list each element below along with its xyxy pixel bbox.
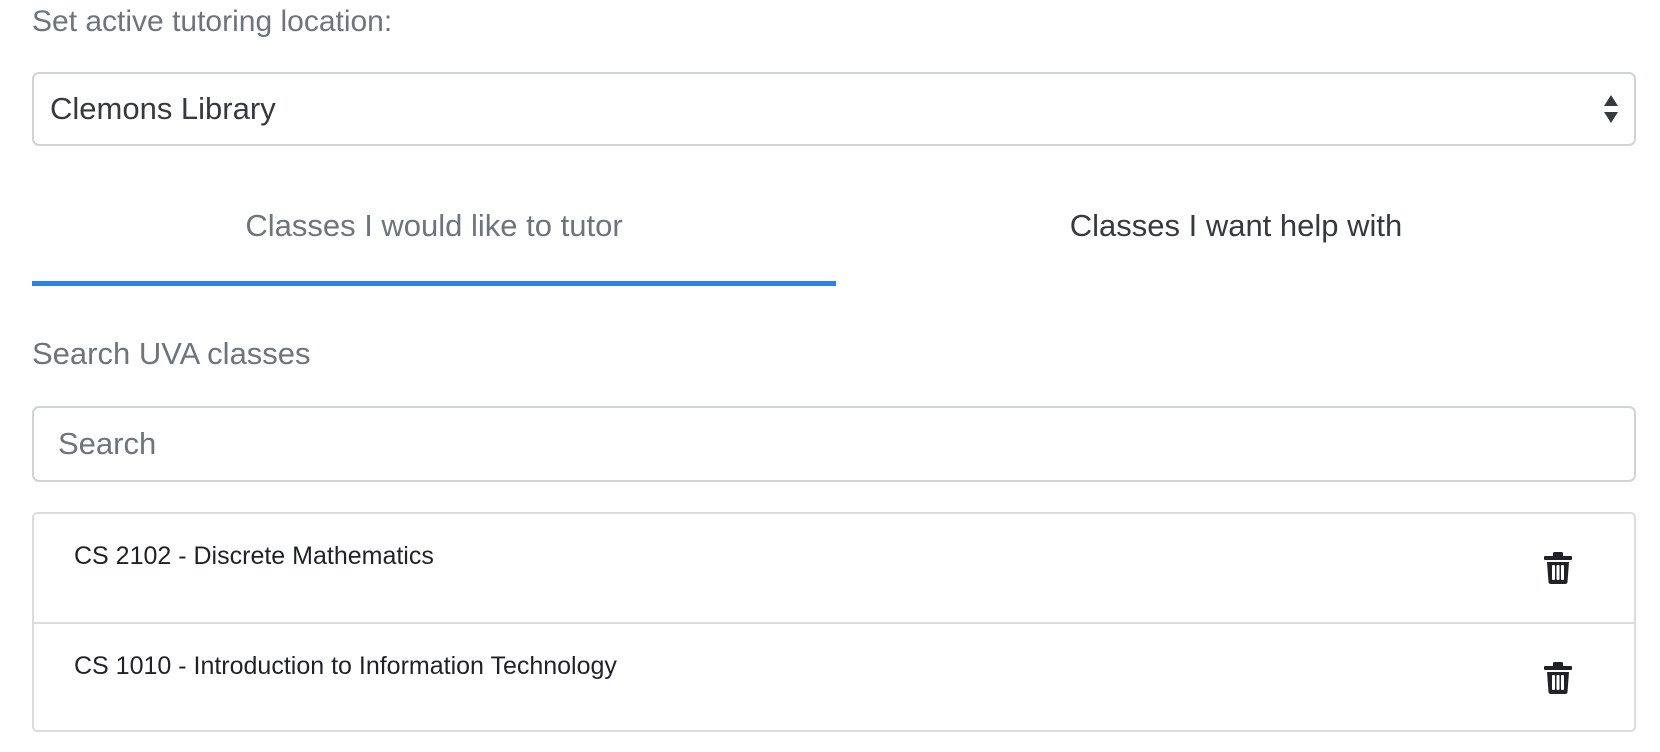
class-name: CS 1010 - Introduction to Information Te… bbox=[74, 652, 617, 680]
location-label: Set active tutoring location: bbox=[32, 5, 393, 38]
location-select[interactable]: Clemons Library bbox=[32, 72, 1636, 146]
trash-icon[interactable] bbox=[1544, 552, 1572, 584]
location-select-value: Clemons Library bbox=[50, 91, 276, 126]
select-arrows-icon bbox=[1600, 92, 1622, 126]
class-name: CS 2102 - Discrete Mathematics bbox=[74, 542, 434, 570]
tab-help-classes[interactable]: Classes I want help with bbox=[836, 190, 1636, 286]
class-list: CS 2102 - Discrete Mathematics CS 1010 -… bbox=[32, 512, 1636, 732]
tab-tutor-classes[interactable]: Classes I would like to tutor bbox=[32, 190, 836, 286]
class-search-input[interactable] bbox=[32, 406, 1636, 482]
trash-icon[interactable] bbox=[1544, 662, 1572, 694]
list-item: CS 2102 - Discrete Mathematics bbox=[34, 514, 1634, 622]
search-label: Search UVA classes bbox=[32, 336, 311, 371]
list-item: CS 1010 - Introduction to Information Te… bbox=[34, 622, 1634, 730]
